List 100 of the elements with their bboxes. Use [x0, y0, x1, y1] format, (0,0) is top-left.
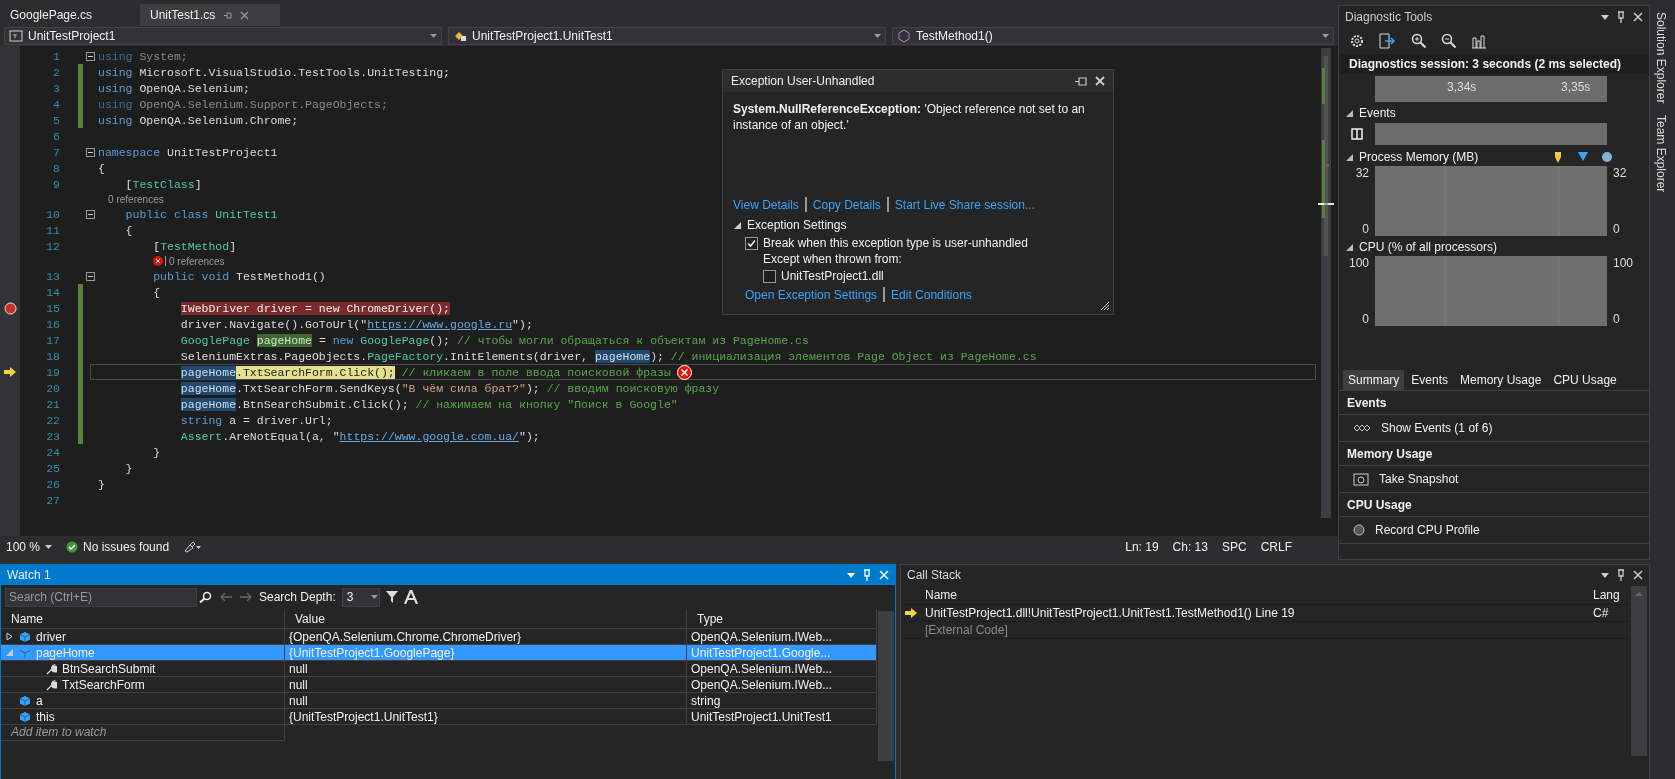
- checkbox[interactable]: [745, 236, 758, 250]
- variable-name[interactable]: this: [36, 709, 55, 724]
- column-header[interactable]: Lang: [1593, 587, 1620, 602]
- collapse-icon[interactable]: [85, 51, 95, 61]
- code-line: namespace UnitTestProject1: [97, 145, 278, 159]
- navigation-dropdown[interactable]: TestMethod1(): [892, 27, 1334, 45]
- expanded-triangle-icon[interactable]: [1345, 152, 1354, 162]
- column-header[interactable]: Value: [285, 609, 687, 629]
- variable-name[interactable]: TxtSearchForm: [62, 677, 145, 692]
- pin-icon[interactable]: [1617, 569, 1625, 581]
- panel-tab[interactable]: Summary: [1343, 370, 1405, 390]
- resize-grip-icon[interactable]: [1100, 301, 1110, 311]
- brush-icon[interactable]: [183, 541, 202, 553]
- code-line: pageHome.BtnSearchSubmit.Click(); // нажимаем на кнопку "Поиск в Google": [179, 397, 678, 411]
- close-icon[interactable]: [1633, 12, 1643, 22]
- forward-arrow-icon[interactable]: [239, 592, 253, 602]
- session-summary: Diagnostics session: 3 seconds (2 ms selected): [1339, 54, 1649, 74]
- line-number: 9: [52, 177, 60, 191]
- column-header[interactable]: Type: [687, 609, 877, 629]
- search-field[interactable]: Search (Ctrl+E): [5, 587, 197, 607]
- collapse-icon[interactable]: [85, 271, 95, 281]
- axis-label: 100: [1348, 256, 1369, 270]
- collapsed-triangle-icon[interactable]: [5, 632, 14, 641]
- code-line: {: [124, 223, 133, 237]
- code-line: {: [97, 161, 105, 175]
- export-icon[interactable]: [1379, 33, 1397, 49]
- variable-name[interactable]: driver: [36, 629, 66, 644]
- action-link[interactable]: Take Snapshot: [1379, 472, 1459, 486]
- side-tab[interactable]: Solution Explorer: [1650, 6, 1672, 110]
- vertical-scrollbar[interactable]: [1631, 586, 1647, 756]
- settings-icon[interactable]: [1349, 33, 1365, 49]
- expanded-triangle-icon[interactable]: [1345, 242, 1354, 252]
- side-tab[interactable]: Team Explorer: [1650, 109, 1672, 199]
- variable-name[interactable]: BtnSearchSubmit: [62, 661, 156, 676]
- collapse-icon[interactable]: [85, 209, 95, 219]
- panel-title: Diagnostic Tools: [1345, 10, 1434, 24]
- collapse-icon[interactable]: [85, 147, 95, 157]
- navigation-dropdown[interactable]: UnitTestProject1: [4, 27, 442, 45]
- zoom-dropdown[interactable]: 100 %: [6, 540, 53, 554]
- column-header[interactable]: Name: [925, 587, 957, 602]
- variable-type: string: [691, 693, 721, 708]
- code-line: }: [97, 477, 105, 491]
- camera-icon: [1353, 472, 1369, 486]
- pause-icon[interactable]: [1351, 128, 1363, 140]
- link[interactable]: Open Exception Settings: [745, 287, 878, 302]
- link[interactable]: Start Live Share session...: [894, 197, 1035, 212]
- line-ending-indicator[interactable]: CRLF: [1260, 540, 1292, 554]
- dropdown-caret-icon[interactable]: [847, 572, 855, 578]
- local-icon: [19, 694, 31, 707]
- dropdown-caret-icon[interactable]: [1601, 572, 1609, 578]
- code-lens[interactable]: 0 references: [169, 255, 225, 267]
- panel-tab[interactable]: Memory Usage: [1455, 370, 1547, 390]
- action-link[interactable]: Show Events (1 of 6): [1381, 421, 1493, 435]
- column-header[interactable]: Name: [1, 609, 285, 629]
- breakpoint-icon[interactable]: [3, 301, 17, 315]
- section-label: Exception Settings: [747, 218, 847, 232]
- line-number: 16: [45, 317, 60, 331]
- stack-frame[interactable]: UnitTestProject1.dll!UnitTestProject1.UnitTest1.TestMethod1() Line 19: [925, 606, 1295, 620]
- back-arrow-icon[interactable]: [219, 592, 233, 602]
- expanded-triangle-icon[interactable]: [1345, 108, 1354, 118]
- document-tab[interactable]: UnitTest1.cs: [140, 4, 280, 26]
- link[interactable]: Edit Conditions: [891, 287, 972, 302]
- dropdown-caret-icon[interactable]: [1601, 14, 1609, 20]
- zoom-out-icon[interactable]: [1441, 33, 1457, 49]
- close-icon[interactable]: [1095, 76, 1105, 86]
- local-icon: [19, 710, 31, 723]
- link[interactable]: View Details: [733, 197, 799, 212]
- navigation-dropdown[interactable]: UnitTestProject1.UnitTest1: [448, 27, 886, 45]
- indent-indicator[interactable]: SPC: [1221, 540, 1247, 554]
- vertical-scrollbar[interactable]: [1318, 48, 1334, 518]
- search-icon[interactable]: [199, 591, 213, 603]
- code-line: [TestClass]: [124, 177, 202, 191]
- dropdown-caret-icon: [1322, 34, 1329, 38]
- panel-tab[interactable]: CPU Usage: [1548, 370, 1622, 390]
- close-icon[interactable]: [1633, 570, 1643, 580]
- line-number: 13: [45, 269, 60, 283]
- bar-chart-icon[interactable]: [1471, 33, 1487, 49]
- panel-tab[interactable]: Events: [1406, 370, 1454, 390]
- line-indicator: Ln: 19: [1125, 540, 1159, 554]
- axis-label: 100: [1613, 256, 1635, 270]
- checkbox[interactable]: [763, 269, 776, 283]
- code-lens[interactable]: 0 references: [97, 193, 164, 205]
- link[interactable]: Copy Details: [812, 197, 881, 212]
- vertical-scrollbar[interactable]: [878, 611, 894, 761]
- dropdown-caret-icon: [430, 34, 437, 38]
- pin-icon[interactable]: [223, 10, 233, 20]
- zoom-in-icon[interactable]: [1411, 33, 1427, 49]
- variable-value: {UnitTestProject1.UnitTest1}: [289, 709, 438, 724]
- timeline-ruler[interactable]: 3,34s 3,35s: [1375, 76, 1607, 102]
- filter-icon[interactable]: [385, 591, 398, 603]
- font-size-icon[interactable]: [403, 590, 418, 604]
- search-depth-dropdown[interactable]: 3: [341, 587, 380, 607]
- add-watch-field[interactable]: Add item to watch: [1, 725, 285, 741]
- action-link[interactable]: Record CPU Profile: [1375, 523, 1480, 537]
- pin-icon[interactable]: [1617, 11, 1625, 23]
- pin-icon[interactable]: [1075, 76, 1087, 86]
- document-tab[interactable]: GooglePage.cs: [0, 4, 140, 26]
- expanded-triangle-icon[interactable]: [733, 220, 742, 230]
- variable-name[interactable]: a: [36, 693, 43, 708]
- stack-frame[interactable]: [External Code]: [925, 623, 1008, 637]
